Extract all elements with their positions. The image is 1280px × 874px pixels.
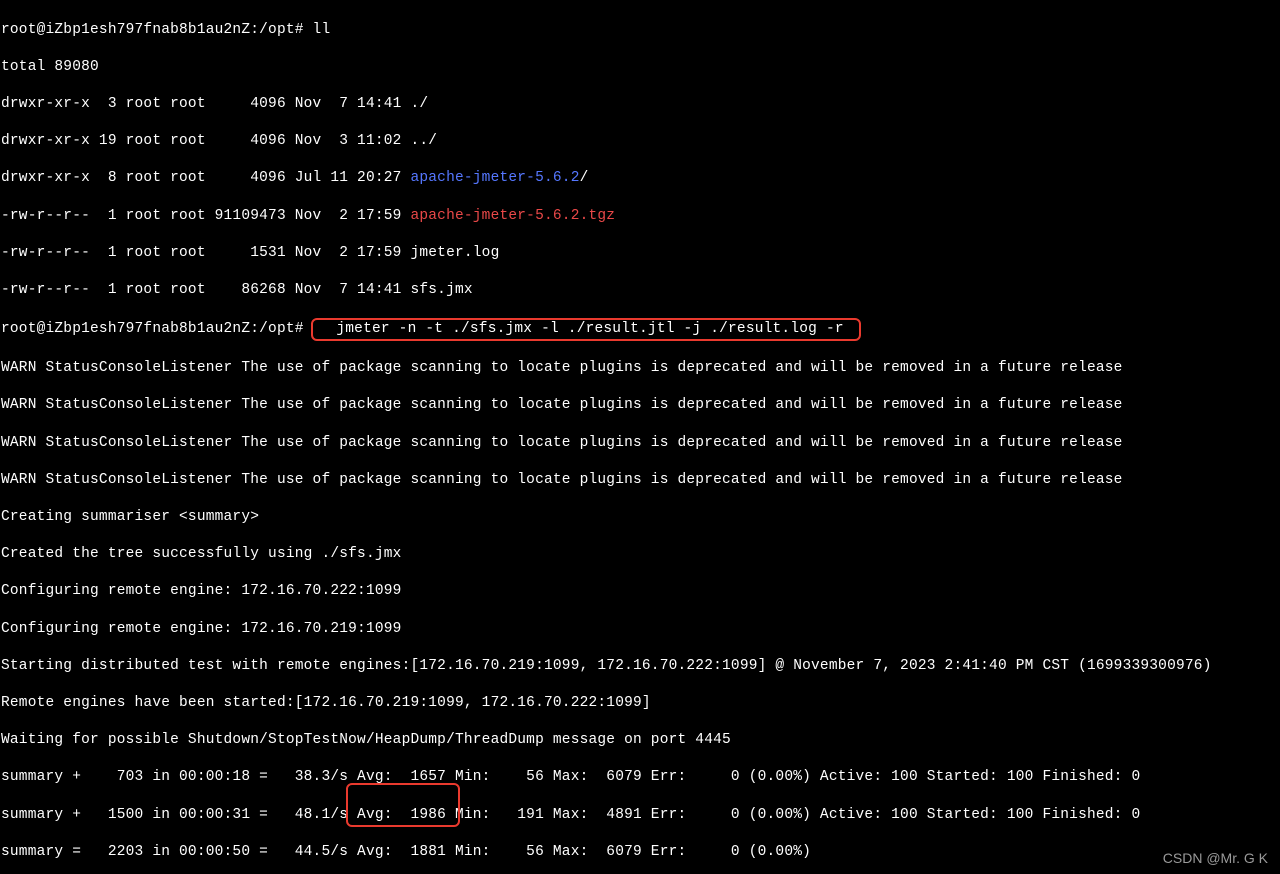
highlighted-command: jmeter -n -t ./sfs.jmx -l ./result.jtl -… [311, 318, 861, 341]
run-line: Starting distributed test with remote en… [1, 657, 1279, 676]
ls-total: total 89080 [1, 58, 1279, 77]
terminal-screen[interactable]: root@iZbp1esh797fnab8b1au2nZ:/opt# ll to… [0, 0, 1280, 874]
run-line: Waiting for possible Shutdown/StopTestNo… [1, 731, 1279, 750]
ls-row: drwxr-xr-x 19 root root 4096 Nov 3 11:02… [1, 132, 1279, 151]
archive-file: apache-jmeter-5.6.2.tgz [410, 208, 615, 224]
dir-link: apache-jmeter-5.6.2 [410, 170, 579, 186]
warn-line: WARN StatusConsoleListener The use of pa… [1, 434, 1279, 453]
summary-line: summary + 1500 in 00:00:31 = 48.1/s Avg:… [1, 806, 1279, 825]
highlighted-result-files [346, 783, 460, 827]
warn-line: WARN StatusConsoleListener The use of pa… [1, 359, 1279, 378]
prompt-line: root@iZbp1esh797fnab8b1au2nZ:/opt# ll [1, 21, 1279, 40]
run-line: Configuring remote engine: 172.16.70.222… [1, 582, 1279, 601]
prompt-line: root@iZbp1esh797fnab8b1au2nZ:/opt# jmete… [1, 318, 1279, 341]
warn-line: WARN StatusConsoleListener The use of pa… [1, 471, 1279, 490]
run-line: Remote engines have been started:[172.16… [1, 694, 1279, 713]
ls-row: drwxr-xr-x 3 root root 4096 Nov 7 14:41 … [1, 95, 1279, 114]
ls-row: -rw-r--r-- 1 root root 91109473 Nov 2 17… [1, 207, 1279, 226]
watermark-label: CSDN @Mr. G K [1163, 849, 1268, 868]
ls-row: drwxr-xr-x 8 root root 4096 Jul 11 20:27… [1, 169, 1279, 188]
ls-row: -rw-r--r-- 1 root root 86268 Nov 7 14:41… [1, 281, 1279, 300]
run-line: Created the tree successfully using ./sf… [1, 545, 1279, 564]
ls-row: -rw-r--r-- 1 root root 1531 Nov 2 17:59 … [1, 244, 1279, 263]
summary-line: summary = 2203 in 00:00:50 = 44.5/s Avg:… [1, 843, 1279, 862]
run-line: Configuring remote engine: 172.16.70.219… [1, 620, 1279, 639]
run-line: Creating summariser <summary> [1, 508, 1279, 527]
summary-line: summary + 703 in 00:00:18 = 38.3/s Avg: … [1, 768, 1279, 787]
warn-line: WARN StatusConsoleListener The use of pa… [1, 396, 1279, 415]
